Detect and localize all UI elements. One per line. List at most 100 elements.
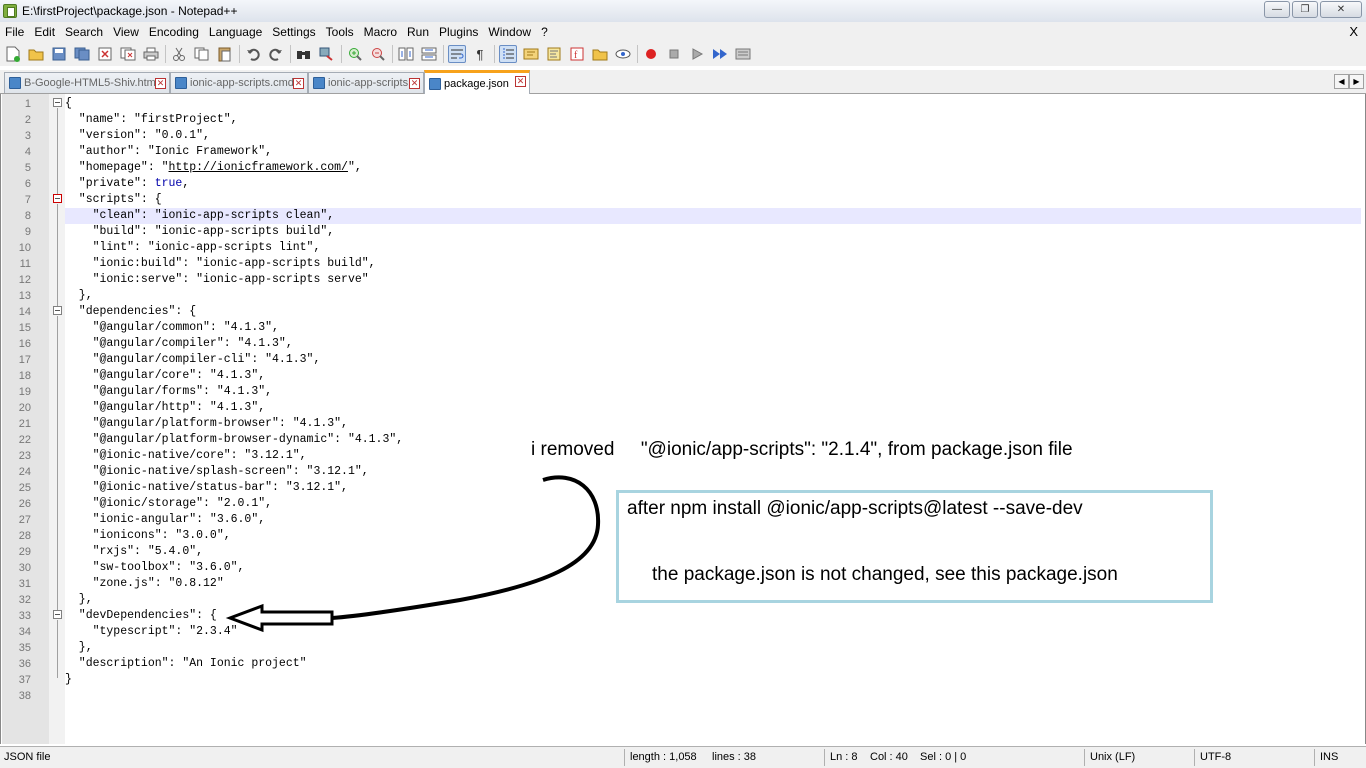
sync-vertical-icon[interactable] [397, 45, 415, 63]
close-file-icon[interactable] [96, 45, 114, 63]
code-line[interactable]: "@angular/common": "4.1.3", [65, 320, 279, 336]
code-line[interactable]: }, [65, 640, 93, 656]
close-all-icon[interactable] [119, 45, 137, 63]
save-icon[interactable] [50, 45, 68, 63]
open-file-icon[interactable] [27, 45, 45, 63]
tab-package-json[interactable]: package.json ✕ [424, 70, 530, 94]
code-line[interactable]: "dependencies": { [65, 304, 196, 320]
code-line[interactable]: "typescript": "2.3.4" [65, 624, 238, 640]
zoom-in-icon[interactable] [346, 45, 364, 63]
code-line[interactable]: "devDependencies": { [65, 608, 217, 624]
code-line[interactable]: "@ionic-native/splash-screen": "3.12.1", [65, 464, 369, 480]
tab-ionic-app-scripts-cmd[interactable]: ionic-app-scripts.cmd ✕ [170, 72, 308, 93]
undo-icon[interactable] [244, 45, 262, 63]
menu-help[interactable]: ? [536, 25, 553, 39]
fold-toggle-icon[interactable] [53, 610, 62, 619]
code-line[interactable]: "@angular/compiler": "4.1.3", [65, 336, 293, 352]
close-tab-icon[interactable]: ✕ [515, 76, 526, 87]
code-line[interactable]: "description": "An Ionic project" [65, 656, 307, 672]
save-all-icon[interactable] [73, 45, 91, 63]
code-line[interactable]: "@ionic-native/core": "3.12.1", [65, 448, 307, 464]
code-line[interactable]: "@ionic/storage": "2.0.1", [65, 496, 272, 512]
menu-run[interactable]: Run [402, 25, 434, 39]
menu-window[interactable]: Window [483, 25, 536, 39]
document-map-icon[interactable] [545, 45, 563, 63]
user-defined-language-icon[interactable] [522, 45, 540, 63]
code-line[interactable]: "@angular/platform-browser-dynamic": "4.… [65, 432, 404, 448]
fold-toggle-icon[interactable] [53, 306, 62, 315]
editor-area[interactable]: 1 {2 "name": "firstProject", 3 "version": … [0, 94, 1366, 744]
show-all-characters-icon[interactable]: ¶ [471, 45, 489, 63]
menu-edit[interactable]: Edit [29, 25, 60, 39]
find-icon[interactable] [295, 45, 313, 63]
copy-icon[interactable] [193, 45, 211, 63]
new-file-icon[interactable] [4, 45, 22, 63]
code-line[interactable]: "author": "Ionic Framework", [65, 144, 272, 160]
menu-macro[interactable]: Macro [359, 25, 402, 39]
redo-icon[interactable] [267, 45, 285, 63]
code-line[interactable]: "version": "0.0.1", [65, 128, 210, 144]
code-line[interactable]: "@ionic-native/status-bar": "3.12.1", [65, 480, 348, 496]
function-list-icon[interactable]: f [568, 45, 586, 63]
menu-language[interactable]: Language [204, 25, 267, 39]
menu-plugins[interactable]: Plugins [434, 25, 483, 39]
fold-toggle-icon[interactable] [53, 98, 62, 107]
close-tab-icon[interactable]: ✕ [409, 78, 420, 89]
replace-icon[interactable] [318, 45, 336, 63]
menu-settings[interactable]: Settings [267, 25, 320, 39]
code-line[interactable]: "scripts": { [65, 192, 162, 208]
print-icon[interactable] [142, 45, 160, 63]
run-macro-multiple-icon[interactable] [711, 45, 729, 63]
menu-tools[interactable]: Tools [321, 25, 359, 39]
monitoring-eye-icon[interactable] [614, 45, 632, 63]
code-line[interactable]: "ionic-angular": "3.6.0", [65, 512, 266, 528]
menu-search[interactable]: Search [60, 25, 108, 39]
close-window-button[interactable]: ✕ [1320, 1, 1362, 18]
menu-file[interactable]: File [0, 25, 29, 39]
minimize-button[interactable]: — [1264, 1, 1290, 18]
record-macro-icon[interactable] [642, 45, 660, 63]
code-line[interactable]: "@angular/http": "4.1.3", [65, 400, 266, 416]
code-line[interactable]: "name": "firstProject", [65, 112, 238, 128]
code-line[interactable]: "private": true, [65, 176, 189, 192]
code-line[interactable]: "@angular/compiler-cli": "4.1.3", [65, 352, 321, 368]
code-line[interactable]: "homepage": "http://ionicframework.com/"… [65, 160, 362, 176]
save-macro-icon[interactable] [734, 45, 752, 63]
close-tab-icon[interactable]: ✕ [155, 78, 166, 89]
code-line[interactable]: } [65, 672, 72, 688]
close-document-button[interactable]: X [1349, 24, 1358, 39]
sync-horizontal-icon[interactable] [420, 45, 438, 63]
code-line[interactable]: "lint": "ionic-app-scripts lint", [65, 240, 321, 256]
code-line[interactable]: }, [65, 288, 93, 304]
code-line[interactable]: "ionicons": "3.0.0", [65, 528, 231, 544]
tab-ionic-app-scripts[interactable]: ionic-app-scripts ✕ [308, 72, 424, 93]
stop-recording-icon[interactable] [665, 45, 683, 63]
tab-scroll-left-button[interactable]: ◀ [1334, 74, 1349, 89]
code-line[interactable]: "clean": "ionic-app-scripts clean", [65, 208, 335, 224]
tab-b-google-html5-shiv[interactable]: B-Google-HTML5-Shiv.html ✕ [4, 72, 170, 93]
tab-scroll-right-button[interactable]: ▶ [1349, 74, 1364, 89]
code-line[interactable]: { [65, 96, 72, 112]
zoom-out-icon[interactable] [369, 45, 387, 63]
code-url-link[interactable]: http://ionicframework.com/ [169, 161, 348, 174]
code-line[interactable]: "ionic:build": "ionic-app-scripts build"… [65, 256, 376, 272]
code-line[interactable]: "@angular/core": "4.1.3", [65, 368, 266, 384]
cut-icon[interactable] [170, 45, 188, 63]
code-line[interactable]: "@angular/platform-browser": "4.1.3", [65, 416, 348, 432]
playback-macro-icon[interactable] [688, 45, 706, 63]
code-line[interactable]: }, [65, 592, 93, 608]
menu-encoding[interactable]: Encoding [144, 25, 204, 39]
menu-view[interactable]: View [108, 25, 144, 39]
code-line[interactable]: "ionic:serve": "ionic-app-scripts serve" [65, 272, 369, 288]
code-line[interactable]: "zone.js": "0.8.12" [65, 576, 224, 592]
maximize-button[interactable]: ❐ [1292, 1, 1318, 18]
close-tab-icon[interactable]: ✕ [293, 78, 304, 89]
code-line[interactable]: "build": "ionic-app-scripts build", [65, 224, 335, 240]
indent-guide-icon[interactable] [499, 45, 517, 63]
fold-toggle-icon[interactable] [53, 194, 62, 203]
paste-icon[interactable] [216, 45, 234, 63]
word-wrap-icon[interactable] [448, 45, 466, 63]
code-line[interactable]: "sw-toolbox": "3.6.0", [65, 560, 245, 576]
code-line[interactable]: "rxjs": "5.4.0", [65, 544, 203, 560]
code-line[interactable]: "@angular/forms": "4.1.3", [65, 384, 272, 400]
